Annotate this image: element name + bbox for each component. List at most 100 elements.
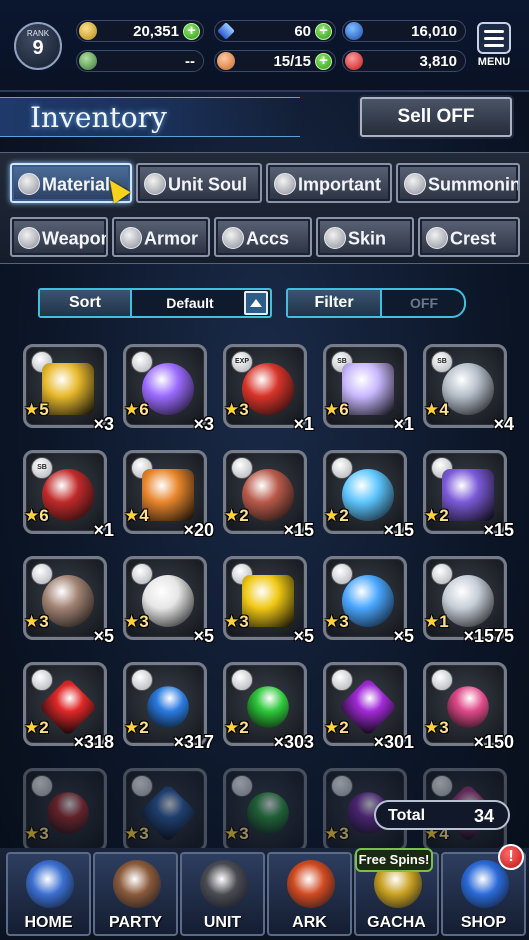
bottom-nav: HOME PARTY UNIT ARK GACHA SHOP (0, 848, 529, 940)
tab-crest-label: Crest (450, 228, 497, 249)
item-rarity-value: 5 (39, 400, 49, 419)
bag-icon (18, 173, 40, 196)
item-rarity: ★3 (324, 824, 349, 844)
item-type-badge-icon (231, 775, 253, 797)
star-icon: ★ (324, 612, 340, 631)
item-slot[interactable]: ★2 ×317 (120, 660, 220, 766)
item-slot[interactable]: SB ★6 ×1 (320, 342, 420, 448)
tab-skin-label: Skin (348, 228, 387, 249)
tab-accs[interactable]: Accs (214, 217, 312, 257)
item-rarity: ★3 (424, 718, 449, 738)
item-slot[interactable]: ★3 ×5 (320, 554, 420, 660)
sell-off-button[interactable]: Sell OFF (360, 97, 512, 137)
item-quantity: ×1 (293, 414, 314, 434)
nav-home-button[interactable]: HOME (6, 852, 91, 936)
nav-ark-button[interactable]: ARK (267, 852, 352, 936)
item-rarity: ★6 (24, 506, 49, 526)
nav-unit-button[interactable]: UNIT (180, 852, 265, 936)
item-rarity-value: 3 (239, 824, 249, 843)
item-quantity: ×15 (283, 520, 314, 540)
total-count-box: Total 34 (374, 800, 510, 830)
sort-value: Default (166, 295, 214, 311)
star-icon: ★ (124, 824, 140, 843)
item-rarity: ★2 (224, 506, 249, 526)
item-slot[interactable]: ★2 ×303 (220, 660, 320, 766)
water-vial-icon (342, 469, 394, 521)
menu-button[interactable]: MENU (474, 22, 514, 72)
item-slot[interactable]: ★3 (120, 766, 220, 852)
filter-control[interactable]: Filter OFF (286, 288, 466, 318)
item-rarity-value: 2 (339, 506, 349, 525)
item-rarity: ★3 (224, 400, 249, 420)
item-slot[interactable]: ★6 ×3 (120, 342, 220, 448)
item-quantity: ×20 (183, 520, 214, 540)
gil-coin-icon (79, 22, 97, 40)
item-slot[interactable]: ★2 ×301 (320, 660, 420, 766)
item-slot[interactable]: EXP ★3 ×1 (220, 342, 320, 448)
tab-weapon[interactable]: Weapon (10, 217, 108, 257)
red-currency-value: 3,810 (419, 53, 457, 70)
item-slot[interactable]: ★3 (220, 766, 320, 852)
item-slot[interactable]: ★2 ×15 (320, 448, 420, 554)
item-slot[interactable]: ★1 ×1575 (420, 554, 520, 660)
sort-control[interactable]: Sort Default (38, 288, 272, 318)
item-slot[interactable]: ★2 ×318 (20, 660, 120, 766)
lapis-add-button[interactable]: + (315, 23, 332, 40)
star-icon: ★ (24, 400, 40, 419)
item-rarity: ★2 (224, 718, 249, 738)
arena-bar: -- (76, 50, 204, 72)
soul-icon (144, 173, 166, 196)
shop-icon (461, 860, 509, 908)
tab-summoning-label: Summoning (428, 174, 520, 195)
item-quantity: ×15 (383, 520, 414, 540)
rank-badge[interactable]: RANK 9 (14, 22, 62, 70)
item-slot[interactable]: SB ★6 ×1 (20, 448, 120, 554)
item-quantity: ×318 (73, 732, 114, 752)
nav-label: SHOP (460, 914, 507, 931)
tab-unit-soul[interactable]: Unit Soul (136, 163, 262, 203)
star-icon: ★ (324, 718, 340, 737)
energy-value: 15/15 (273, 53, 311, 70)
gil-value: 20,351 (133, 23, 179, 40)
item-rarity-value: 2 (39, 718, 49, 737)
nav-label: PARTY (108, 914, 163, 931)
item-slot[interactable]: ★2 ×15 (420, 448, 520, 554)
energy-icon (217, 52, 235, 70)
item-quantity: ×301 (373, 732, 414, 752)
purple-crystal-icon (442, 469, 494, 521)
item-quantity: ×1 (393, 414, 414, 434)
nav-label: GACHA (367, 914, 426, 931)
item-type-badge-icon (231, 669, 253, 691)
elixir-flask-icon (142, 469, 194, 521)
crest-icon (426, 227, 448, 250)
tab-crest[interactable]: Crest (418, 217, 520, 257)
tab-important[interactable]: Important (266, 163, 392, 203)
item-slot[interactable]: ★3 (20, 766, 120, 852)
item-slot[interactable]: ★3 ×150 (420, 660, 520, 766)
item-slot[interactable]: ★4 ×20 (120, 448, 220, 554)
item-slot[interactable]: ★3 ×5 (20, 554, 120, 660)
gil-add-button[interactable]: + (183, 23, 200, 40)
item-slot[interactable]: ★3 ×5 (120, 554, 220, 660)
tab-skin[interactable]: Skin (316, 217, 414, 257)
item-quantity: ×4 (493, 414, 514, 434)
item-slot[interactable]: SB ★4 ×4 (420, 342, 520, 448)
item-rarity: ★2 (24, 718, 49, 738)
item-rarity: ★3 (124, 612, 149, 632)
item-slot[interactable]: ★5 ×3 (20, 342, 120, 448)
nav-party-button[interactable]: PARTY (93, 852, 178, 936)
star-icon: ★ (124, 400, 140, 419)
item-slot[interactable]: ★3 ×5 (220, 554, 320, 660)
sort-order-toggle[interactable] (244, 291, 268, 315)
tab-summoning[interactable]: Summoning (396, 163, 520, 203)
item-slot[interactable]: ★2 ×15 (220, 448, 320, 554)
tab-armor[interactable]: Armor (112, 217, 210, 257)
ark-icon (287, 860, 335, 908)
necklace-icon (222, 227, 244, 250)
blue-orb-icon (345, 22, 363, 40)
energy-add-button[interactable]: + (315, 53, 332, 70)
item-quantity: ×1575 (463, 626, 514, 646)
red-orb-icon (345, 52, 363, 70)
status-header: RANK 9 20,351 + 60 + 16,010 -- 15/15 + 3… (0, 0, 529, 92)
item-rarity: ★3 (24, 824, 49, 844)
